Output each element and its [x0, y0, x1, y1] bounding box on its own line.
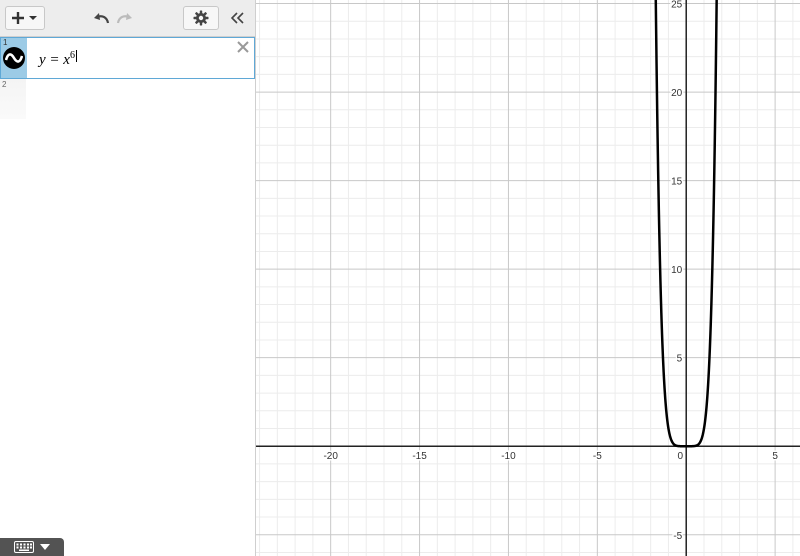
redo-button[interactable] [116, 9, 134, 27]
expression-input[interactable]: y = x6 [39, 50, 77, 69]
axes [256, 0, 800, 556]
undo-icon [94, 13, 110, 24]
undo-button[interactable] [92, 9, 110, 27]
plus-icon [12, 12, 37, 24]
toolbar [0, 0, 255, 37]
expression-lhs: y = x [39, 52, 70, 68]
caret-down-icon [40, 544, 50, 550]
add-item-button[interactable] [5, 6, 45, 30]
graph-area[interactable]: -20-20 -15-15 -10-10 -5-5 00 55 2525202015151… [256, 0, 800, 556]
y-tick-label: 15 [671, 177, 683, 188]
expression-row[interactable]: 1 y = x6 [0, 37, 255, 79]
gear-icon [193, 10, 209, 26]
keyboard-icon [14, 541, 34, 553]
close-icon[interactable] [236, 40, 250, 54]
minor-gridlines [256, 0, 800, 556]
text-cursor [75, 50, 77, 62]
expression-exponent: 6 [69, 50, 75, 61]
y-tick-label: -5 [673, 531, 682, 542]
x-axis-ticks: -20-20 -15-15 -10-10 -5-5 00 55 [322, 450, 780, 464]
x-tick-label: 0 [677, 451, 683, 462]
empty-expression-row[interactable]: 2 [0, 79, 26, 119]
x-tick-label: -15 [412, 451, 427, 462]
major-gridlines [256, 0, 800, 556]
wave-icon[interactable] [3, 47, 25, 69]
collapse-panel-button[interactable] [229, 9, 247, 27]
x-tick-label: -5 [593, 451, 602, 462]
expression-index: 2 [2, 80, 7, 89]
y-tick-label: 20 [671, 88, 683, 99]
expression-panel: 1 y = x6 2 [0, 0, 256, 556]
keyboard-toggle-button[interactable] [0, 538, 64, 556]
x-tick-label: 5 [772, 451, 778, 462]
y-tick-label: 25 [671, 0, 683, 11]
redo-icon [116, 13, 132, 24]
expression-tab[interactable]: 1 [1, 38, 27, 78]
double-chevron-left-icon [231, 12, 244, 24]
y-tick-label: 5 [677, 354, 683, 365]
x-tick-label: -20 [323, 451, 338, 462]
settings-button[interactable] [183, 6, 219, 30]
x-tick-label: -10 [501, 451, 516, 462]
expression-index: 1 [3, 38, 8, 47]
y-tick-label: 10 [671, 265, 683, 276]
